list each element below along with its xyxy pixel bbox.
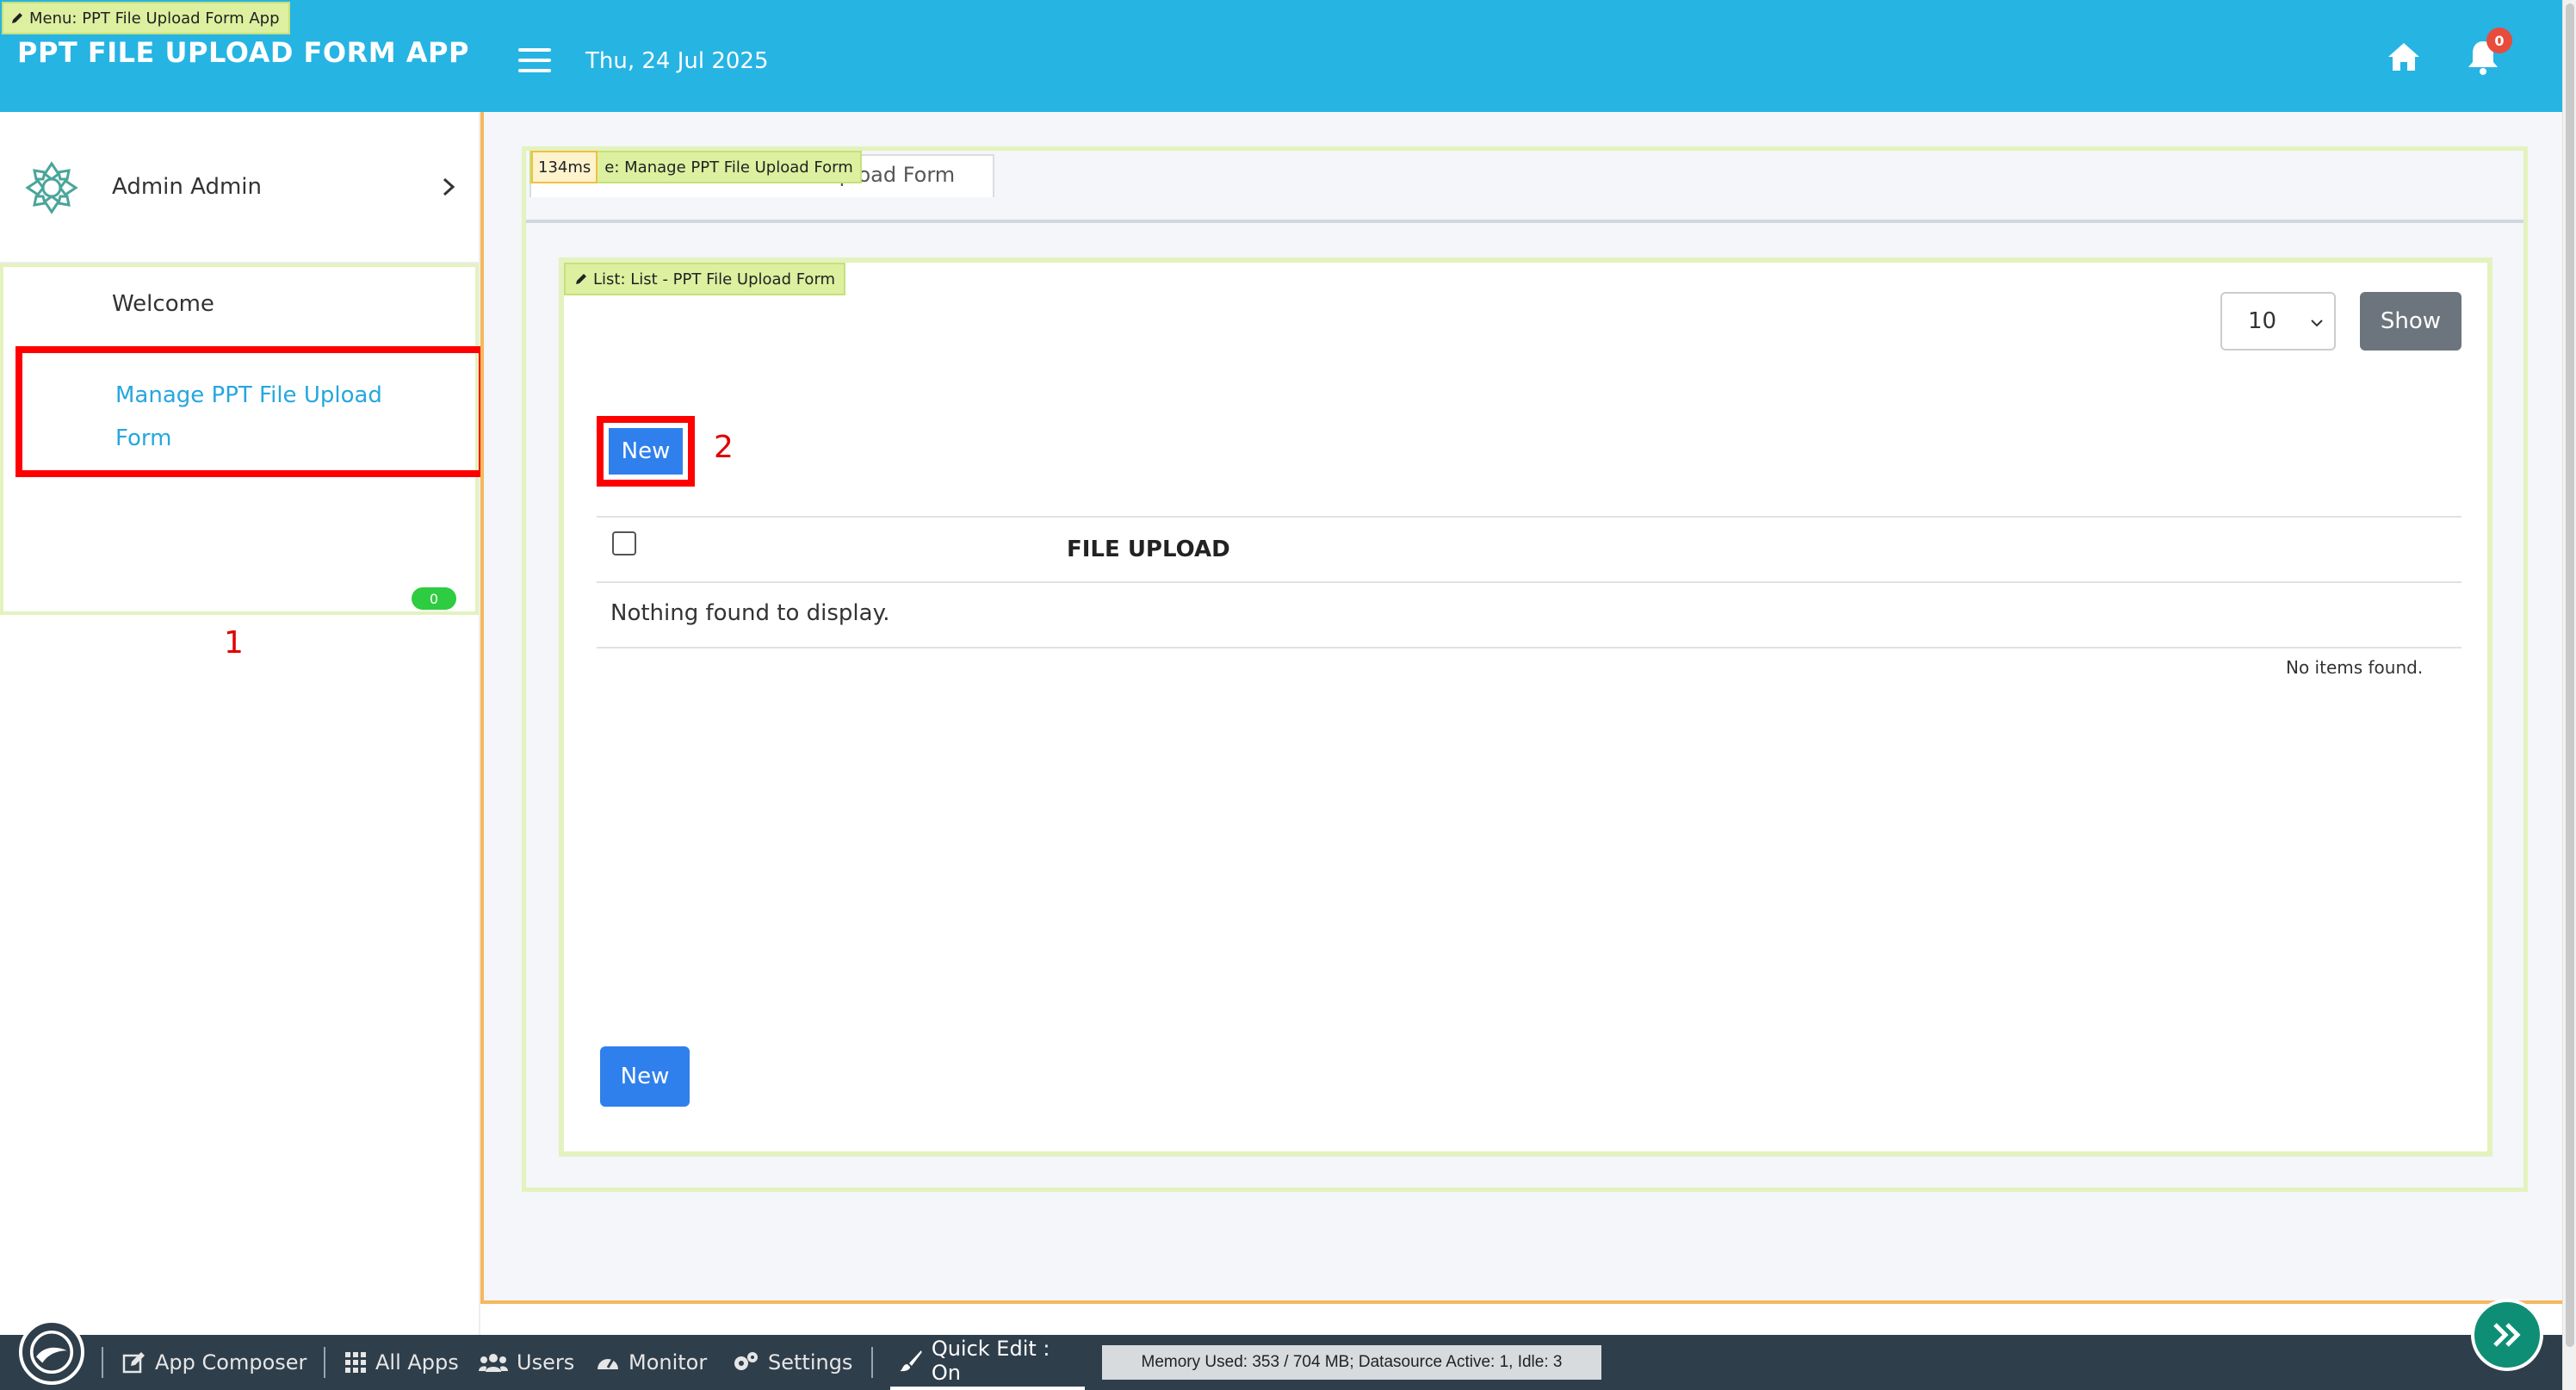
table-footer-message: No items found. [2286,657,2424,678]
footer-app-composer-label: App Composer [155,1350,307,1374]
page-quick-edit-tag[interactable]: 134ms e: Manage PPT File Upload Form [529,151,862,183]
chevron-right-icon[interactable] [437,174,460,200]
page-size-value: 10 [2248,308,2277,334]
annotation-2: 2 [714,430,734,465]
avatar [25,161,78,214]
page-container: Upload Form 134ms e: Manage PPT File Upl… [522,146,2528,1192]
sidebar-count-badge: 0 [412,587,456,610]
list-quick-edit-tag[interactable]: List: List - PPT File Upload Form [564,263,846,295]
users-icon [479,1354,508,1372]
app-header: Menu: PPT File Upload Form App PPT FILE … [0,0,2562,112]
profile-name: Admin Admin [112,174,262,200]
annotation-1: 1 [224,625,244,661]
grid-icon [345,1352,366,1373]
sidebar-menu: Welcome Manage PPT File Upload Form 0 [0,264,486,615]
footer-settings-label: Settings [768,1350,853,1374]
edit-icon [122,1352,145,1374]
sidebar-item-label: Manage PPT File Upload Form [115,382,382,451]
sidebar-item-welcome[interactable]: Welcome [112,291,214,317]
menu-tag-label: Menu: PPT File Upload Form App [29,9,280,28]
footer-app-composer[interactable]: App Composer [122,1350,307,1374]
scrollbar-thumb[interactable] [2566,3,2574,1347]
chevron-down-icon [2311,320,2323,327]
gears-icon [734,1352,758,1370]
footer-users-label: Users [517,1350,575,1374]
table-header: FILE UPLOAD [597,516,2461,583]
footer-quick-edit-label: Quick Edit : On [931,1337,1050,1385]
footer-all-apps[interactable]: All Apps [344,1350,459,1374]
home-icon[interactable] [2387,41,2421,72]
user-profile[interactable]: Admin Admin [0,112,479,264]
header-date: Thu, 24 Jul 2025 [585,48,769,74]
expand-panel-button[interactable] [2471,1299,2543,1371]
page-size-select[interactable]: 10 [2220,292,2336,351]
menu-quick-edit-tag[interactable]: Menu: PPT File Upload Form App [2,2,290,34]
sidebar: Admin Admin Welcome Manage PPT File Uplo… [0,112,486,1335]
admin-bar: App Composer All Apps Users Monitor Sett… [0,1319,2562,1390]
footer-monitor[interactable]: Monitor [596,1350,707,1374]
select-all-checkbox[interactable] [612,531,636,555]
main-content: Upload Form 134ms e: Manage PPT File Upl… [480,112,2562,1304]
paintbrush-icon [899,1350,922,1372]
double-chevron-right-icon [2493,1323,2521,1347]
footer-quick-edit-toggle[interactable]: Quick Edit : On [890,1335,1085,1390]
table-empty-row: Nothing found to display. [597,583,2461,648]
footer-users[interactable]: Users [479,1350,574,1374]
footer-divider [871,1347,873,1378]
empty-message: Nothing found to display. [610,600,890,626]
footer-divider [324,1347,325,1378]
pencil-icon [12,13,22,23]
new-button-top[interactable]: New [609,428,683,475]
tab-bar: Upload Form 134ms e: Manage PPT File Upl… [526,151,2523,223]
joget-logo-icon[interactable] [19,1319,84,1385]
page-scrollbar[interactable] [2562,0,2576,1390]
footer-settings[interactable]: Settings [732,1350,852,1374]
new-button-bottom[interactable]: New [600,1046,690,1107]
list-tag-label: List: List - PPT File Upload Form [593,270,836,289]
footer-divider [102,1347,103,1378]
page-tag-label: e: Manage PPT File Upload Form [604,158,853,177]
memory-status: Memory Used: 353 / 704 MB; Datasource Ac… [1102,1345,1601,1380]
list-card: List: List - PPT File Upload Form 10 Sho… [559,258,2492,1157]
load-timing: 134ms [531,151,598,183]
notification-badge: 0 [2486,28,2512,53]
column-header-file-upload[interactable]: FILE UPLOAD [1067,537,1230,562]
app-title[interactable]: PPT FILE UPLOAD FORM APP [17,36,469,69]
dashboard-gauge-icon [598,1358,618,1369]
hamburger-menu-icon[interactable] [518,48,551,72]
new-button-highlight: New [597,416,695,487]
sidebar-item-manage-ppt-file-upload-form[interactable]: Manage PPT File Upload Form [15,346,486,477]
footer-all-apps-label: All Apps [375,1350,459,1374]
pencil-icon [576,274,586,284]
show-button[interactable]: Show [2360,292,2461,351]
footer-monitor-label: Monitor [629,1350,708,1374]
